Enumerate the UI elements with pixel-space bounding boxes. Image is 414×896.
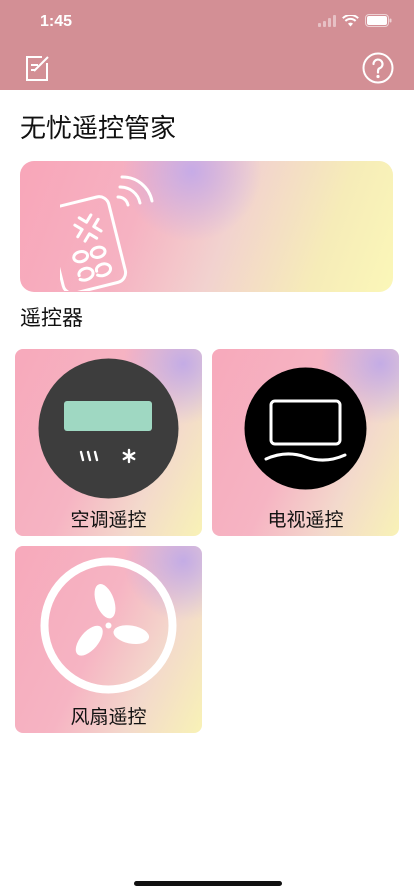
card-tv[interactable]: 电视遥控 [212,349,399,536]
banner[interactable] [20,161,393,292]
section-title: 遥控器 [20,306,83,330]
help-button[interactable] [362,52,394,84]
air-conditioner-icon [38,358,179,499]
status-icons [318,14,392,27]
edit-icon [26,56,49,81]
card-label: 空调遥控 [70,509,147,531]
card-label: 电视遥控 [267,509,344,531]
fan-icon [40,557,177,694]
edit-button[interactable] [22,53,52,83]
wifi-icon [342,14,359,26]
status-time: 1:45 [40,13,73,30]
status-bar: 1:45 [0,0,414,44]
card-fan[interactable]: 风扇遥控 [15,546,202,733]
card-air-conditioner[interactable]: 空调遥控 [15,349,202,536]
help-icon [362,52,394,84]
battery-icon [365,14,392,27]
page-title: 无忧遥控管家 [20,114,177,144]
remote-control-icon [60,175,154,291]
tv-icon [244,367,367,490]
signal-icon [318,14,336,27]
home-indicator [134,881,282,886]
nav-bar [0,44,414,90]
card-label: 风扇遥控 [70,706,147,728]
